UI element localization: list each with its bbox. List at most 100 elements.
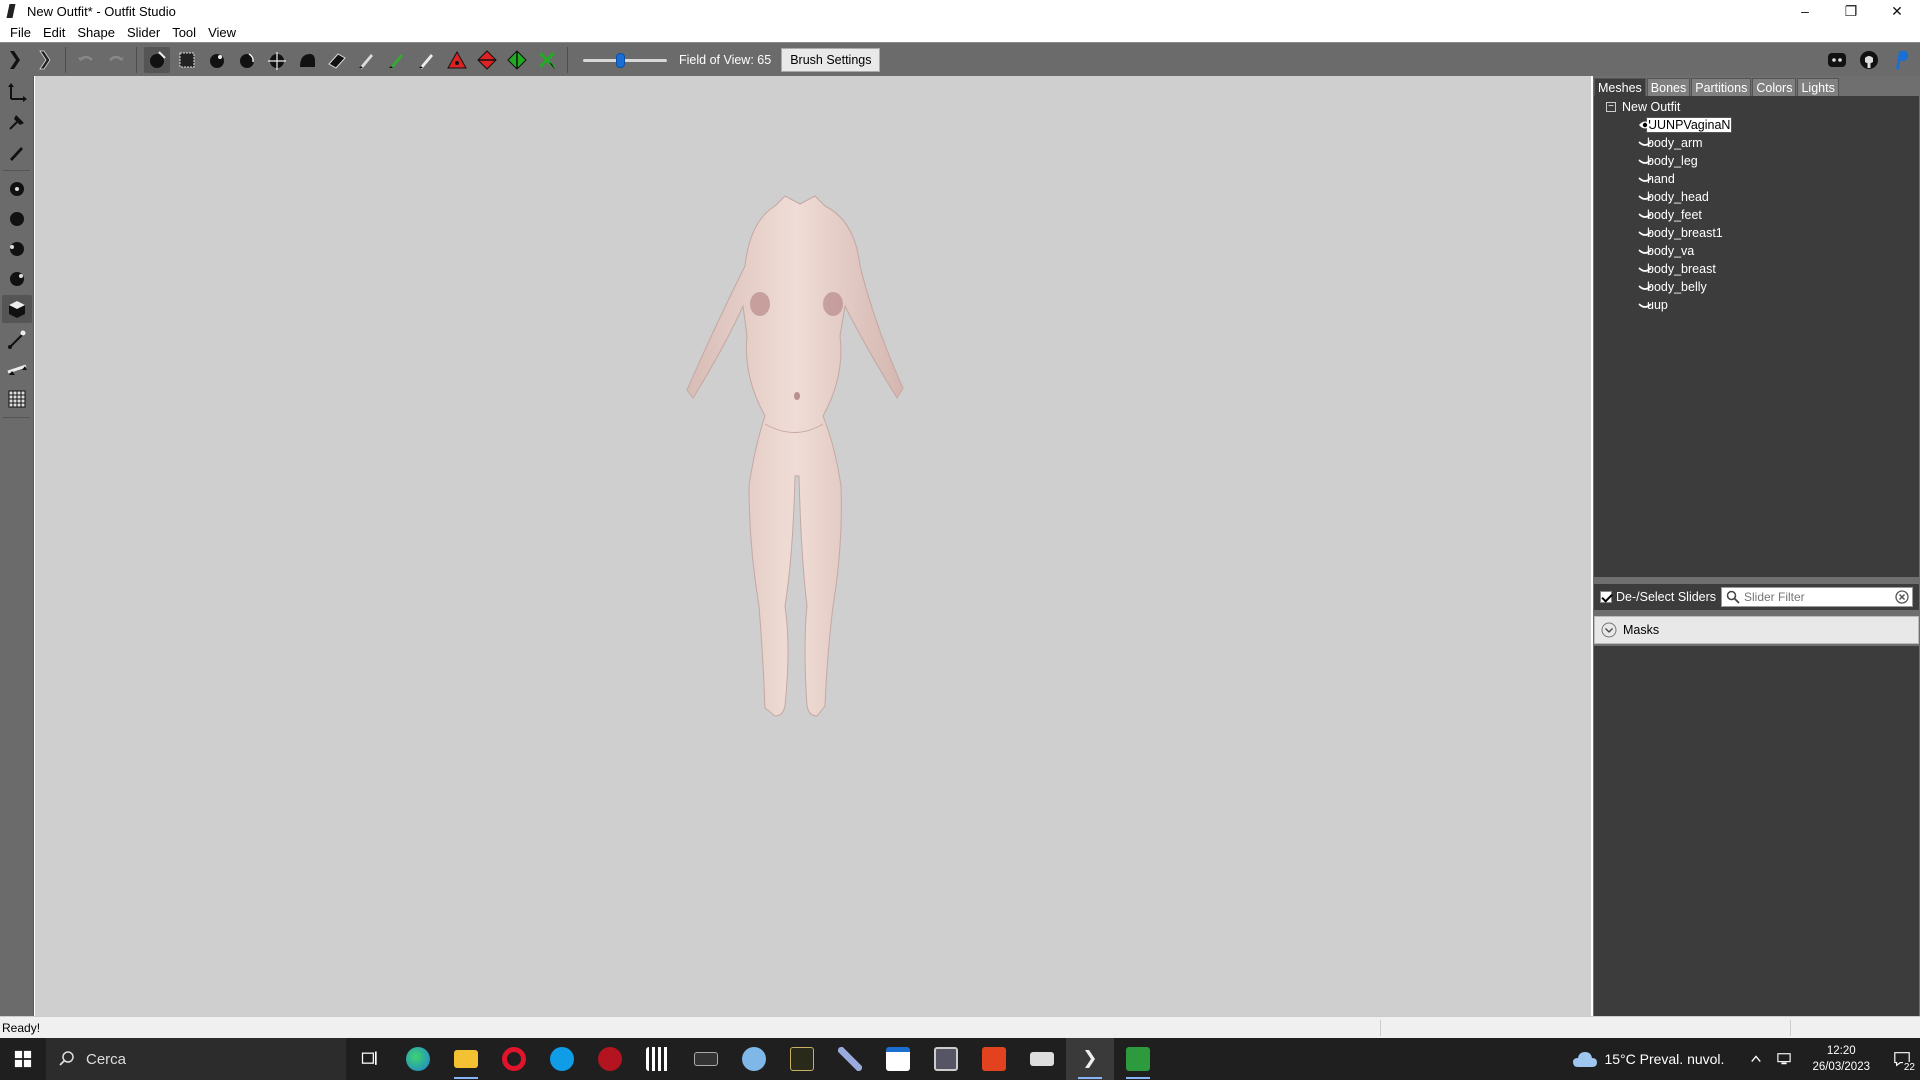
collapse-icon[interactable]: −	[1606, 102, 1616, 112]
slider-filter-input[interactable]	[1744, 590, 1894, 604]
tab-bones[interactable]: Bones	[1646, 78, 1691, 96]
wireframe-grid-icon[interactable]	[2, 385, 32, 413]
mesh-item[interactable]: body_leg	[1594, 152, 1919, 170]
menu-file[interactable]: File	[4, 25, 37, 40]
minimize-button[interactable]: –	[1782, 0, 1828, 22]
menu-view[interactable]: View	[202, 25, 242, 40]
feather-app-icon[interactable]	[826, 1038, 874, 1080]
eye-closed-icon[interactable]	[1638, 155, 1652, 167]
mesh-item[interactable]: UUNPVaginaN	[1594, 116, 1919, 134]
eye-closed-icon[interactable]	[1638, 137, 1652, 149]
windows-start-icon[interactable]	[0, 1038, 46, 1080]
smooth-brush-icon[interactable]	[294, 47, 320, 73]
mesh-tree[interactable]: − New Outfit UUNPVaginaN body_arm body_leg…	[1594, 96, 1919, 577]
show-color-icon[interactable]	[2, 265, 32, 293]
move-brush-icon[interactable]	[264, 47, 290, 73]
show-weight-icon[interactable]	[2, 235, 32, 263]
field-of-view-slider-thumb[interactable]	[616, 52, 626, 68]
flip-edge-icon[interactable]	[474, 47, 500, 73]
nvidia-app-icon[interactable]	[682, 1038, 730, 1080]
show-vertices-icon[interactable]	[2, 175, 32, 203]
select-brush-icon[interactable]	[144, 46, 170, 73]
mesh-item[interactable]: body_breast1	[1594, 224, 1919, 242]
red-app-icon[interactable]	[586, 1038, 634, 1080]
mesh-item[interactable]: body_va	[1594, 242, 1919, 260]
edge-browser-icon[interactable]	[394, 1038, 442, 1080]
chart-app-icon[interactable]	[1114, 1038, 1162, 1080]
outfit-studio-taskbar-icon[interactable]	[1066, 1038, 1114, 1080]
network-icon[interactable]	[1772, 1047, 1796, 1071]
game-launcher-icon[interactable]	[922, 1038, 970, 1080]
transform-tool-icon[interactable]	[2, 78, 32, 106]
redo-icon[interactable]	[103, 47, 129, 73]
mesh-item[interactable]: body_head	[1594, 188, 1919, 206]
masks-group[interactable]: Masks	[1594, 616, 1919, 644]
eye-closed-icon[interactable]	[1638, 245, 1652, 257]
deflate-brush-icon[interactable]	[234, 47, 260, 73]
mask-brush-icon[interactable]	[174, 47, 200, 73]
3d-viewport[interactable]	[35, 76, 1591, 1016]
slider-filter-field[interactable]	[1721, 587, 1913, 607]
mesh-item[interactable]: body_belly	[1594, 278, 1919, 296]
eye-closed-icon[interactable]	[1638, 281, 1652, 293]
keyboard-app-icon[interactable]	[1018, 1038, 1066, 1080]
paypal-icon[interactable]	[1888, 47, 1914, 73]
file-explorer-icon[interactable]	[442, 1038, 490, 1080]
shaded-view-icon[interactable]	[2, 295, 32, 323]
deselect-sliders-checkbox[interactable]: De-/Select Sliders	[1600, 590, 1716, 604]
inflate-brush-icon[interactable]	[204, 47, 230, 73]
floor-view-icon[interactable]	[2, 355, 32, 383]
weight-brush-icon[interactable]	[354, 47, 380, 73]
brush-settings-button[interactable]: Brush Settings	[781, 47, 881, 72]
restore-button[interactable]: ❐	[1828, 0, 1874, 22]
chevron-up-icon[interactable]	[1744, 1047, 1768, 1071]
eye-closed-icon[interactable]	[1638, 209, 1652, 221]
load-project-icon[interactable]	[2, 47, 28, 73]
opera-browser-icon[interactable]	[490, 1038, 538, 1080]
collapse-vertex-icon[interactable]	[444, 47, 470, 73]
load-reference-icon[interactable]	[32, 47, 58, 73]
undo-icon[interactable]	[73, 47, 99, 73]
skype-icon[interactable]	[538, 1038, 586, 1080]
taskbar-search-box[interactable]: Cerca	[46, 1038, 346, 1080]
tab-partitions[interactable]: Partitions	[1691, 78, 1752, 96]
mesh-item[interactable]: uup	[1594, 296, 1919, 314]
vertex-edit-icon[interactable]	[2, 138, 32, 166]
mesh-item[interactable]: body_feet	[1594, 206, 1919, 224]
tab-meshes[interactable]: Meshes	[1594, 78, 1646, 96]
eye-closed-icon[interactable]	[1638, 299, 1652, 311]
tab-lights[interactable]: Lights	[1797, 78, 1839, 96]
tree-root-item[interactable]: − New Outfit	[1594, 98, 1919, 116]
xedit-app-icon[interactable]	[778, 1038, 826, 1080]
eye-closed-icon[interactable]	[1638, 173, 1652, 185]
menu-edit[interactable]: Edit	[37, 25, 71, 40]
show-mask-icon[interactable]	[2, 205, 32, 233]
window-app-icon[interactable]	[874, 1038, 922, 1080]
undiff-brush-icon[interactable]	[324, 47, 350, 73]
eye-closed-icon[interactable]	[1638, 191, 1652, 203]
menu-tool[interactable]: Tool	[166, 25, 202, 40]
mesh-item[interactable]: hand	[1594, 170, 1919, 188]
clock[interactable]: 12:20 26/03/2023	[1812, 1043, 1870, 1075]
clear-filter-icon[interactable]	[1895, 590, 1909, 604]
mesh-item[interactable]: body_arm	[1594, 134, 1919, 152]
chevron-down-icon[interactable]	[1601, 622, 1617, 638]
weather-widget[interactable]: 15°C Preval. nuvol.	[1572, 1049, 1724, 1069]
slider-list-area[interactable]	[1594, 646, 1919, 1016]
f-app-icon[interactable]	[970, 1038, 1018, 1080]
eye-closed-icon[interactable]	[1638, 227, 1652, 239]
task-view-icon[interactable]	[346, 1038, 394, 1080]
alpha-brush-icon[interactable]	[414, 47, 440, 73]
discord-icon[interactable]	[1824, 47, 1850, 73]
split-edge-icon[interactable]	[504, 47, 530, 73]
menu-slider[interactable]: Slider	[121, 25, 166, 40]
bones-view-icon[interactable]	[2, 325, 32, 353]
paint-app-icon[interactable]	[730, 1038, 778, 1080]
pivot-tool-icon[interactable]	[2, 108, 32, 136]
field-of-view-slider[interactable]	[581, 50, 669, 70]
notification-center-icon[interactable]: 22	[1884, 1038, 1920, 1080]
tab-colors[interactable]: Colors	[1752, 78, 1797, 96]
github-icon[interactable]	[1856, 47, 1882, 73]
mesh-item[interactable]: body_breast	[1594, 260, 1919, 278]
color-brush-icon[interactable]	[384, 47, 410, 73]
